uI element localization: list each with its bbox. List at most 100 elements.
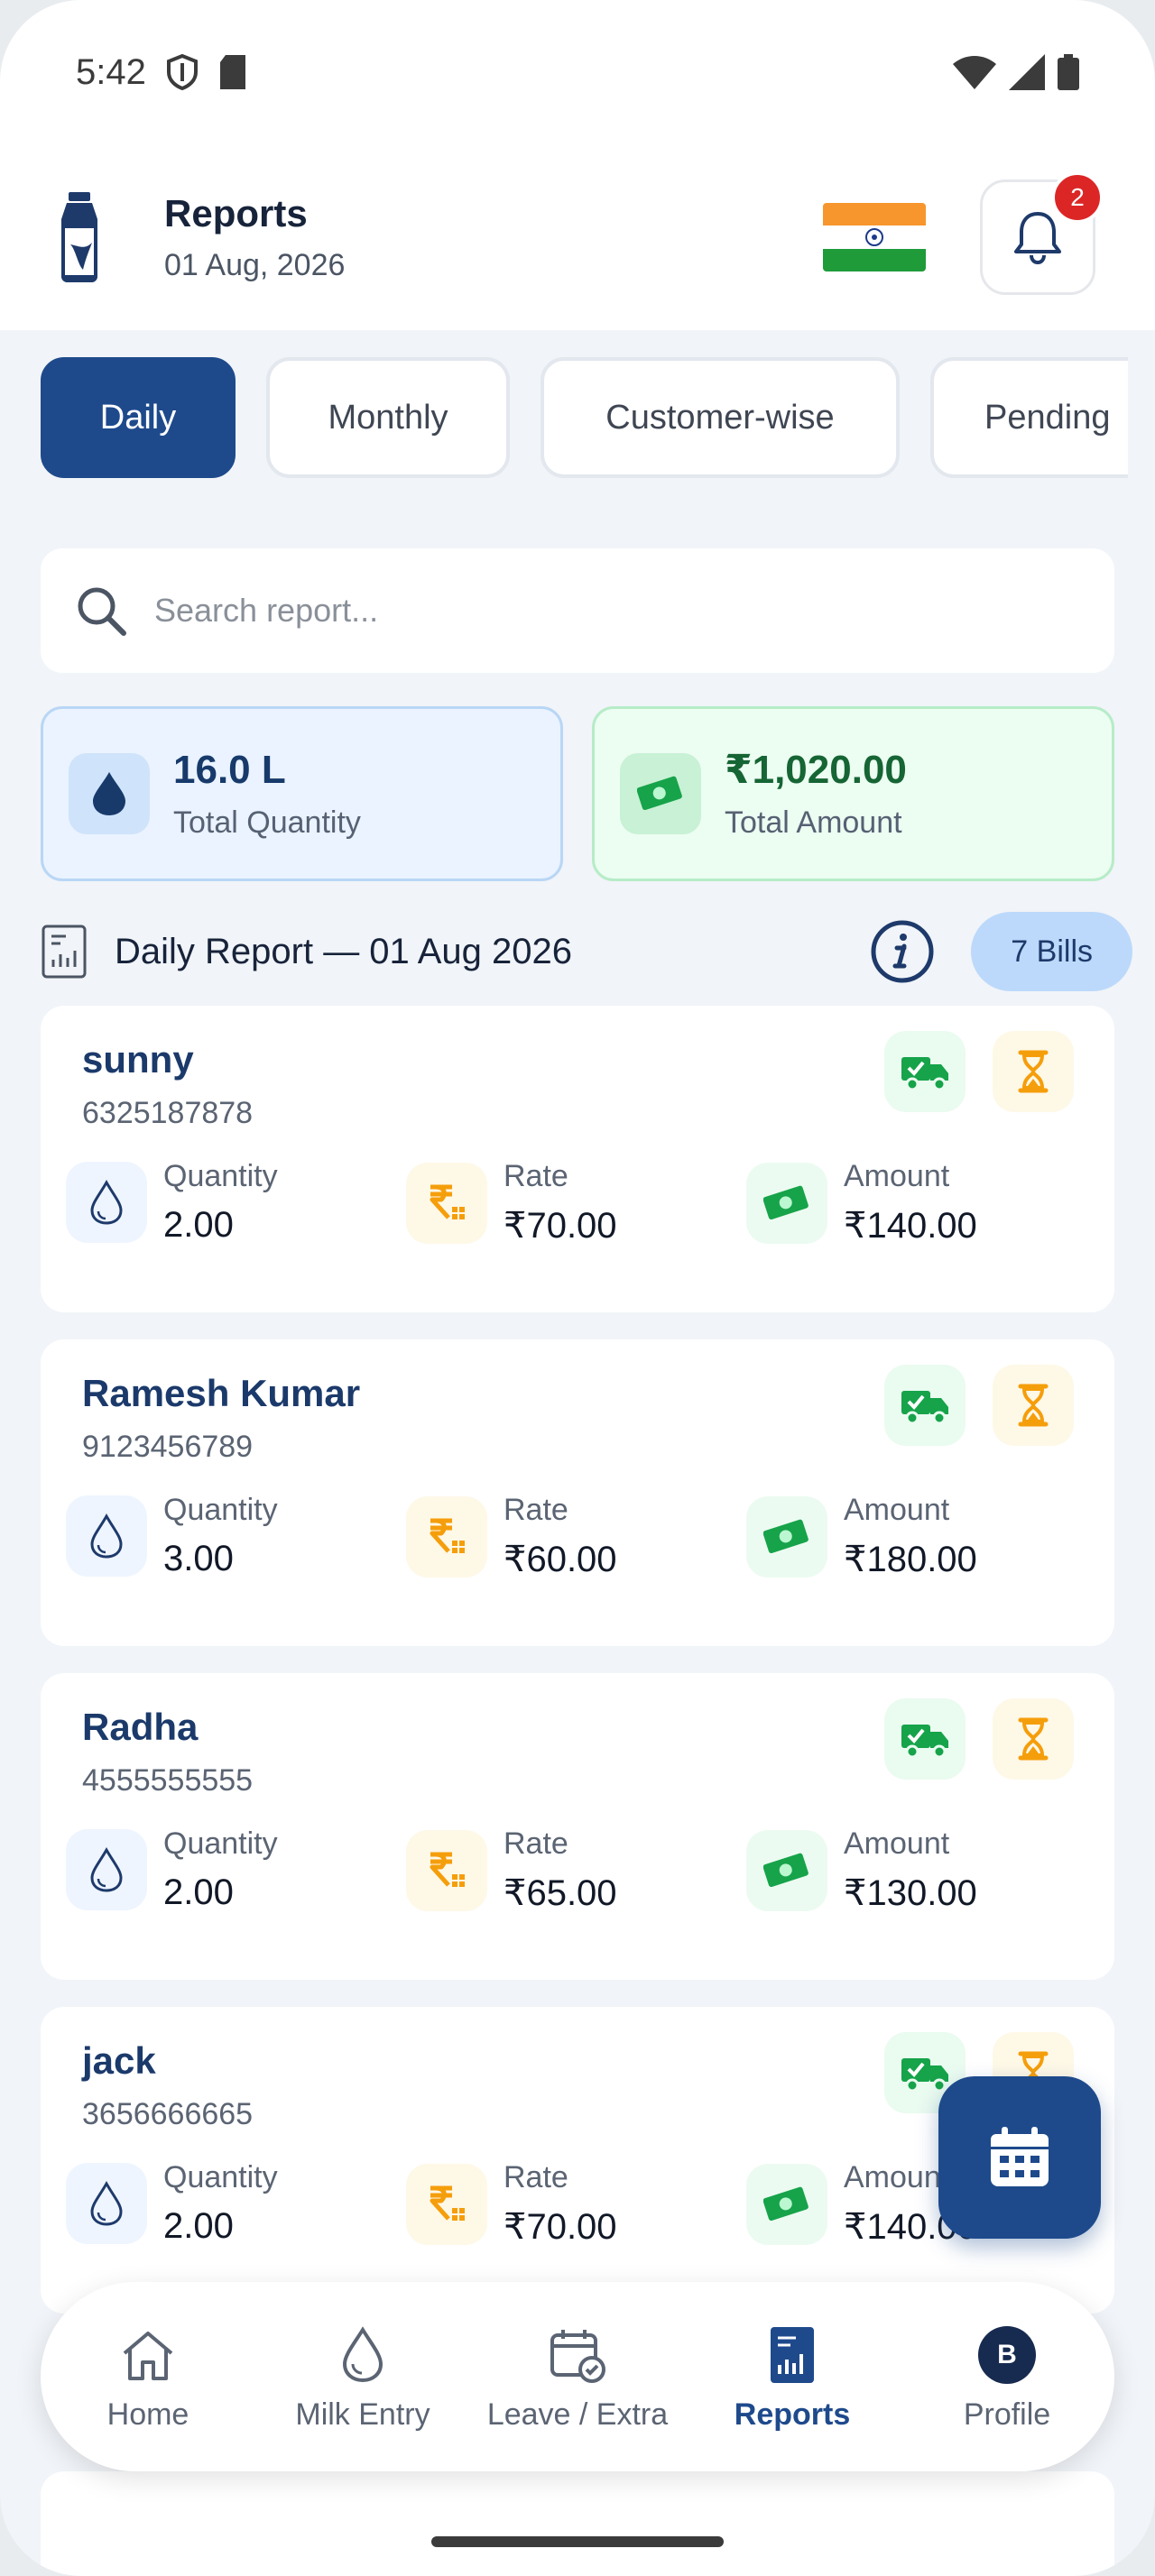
hourglass-icon bbox=[1018, 1050, 1049, 1093]
rate-label: Rate bbox=[504, 1826, 568, 1861]
water-drop-icon bbox=[90, 1513, 123, 1559]
nav-home[interactable]: Home bbox=[41, 2282, 255, 2471]
bottom-navigation: Home Milk Entry Leave / Extra Reports B … bbox=[41, 2282, 1114, 2471]
money-icon bbox=[763, 1519, 808, 1553]
quantity-metric: Quantity 2.00 bbox=[66, 1826, 278, 1913]
delivered-button[interactable] bbox=[884, 1365, 966, 1446]
battery-icon bbox=[1058, 54, 1079, 90]
notifications-button[interactable]: 2 bbox=[980, 171, 1104, 295]
info-icon[interactable] bbox=[870, 919, 935, 984]
rate-metric: Rate ₹70.00 bbox=[406, 1159, 617, 1247]
quantity-metric: Quantity 3.00 bbox=[66, 1493, 278, 1579]
nav-reports[interactable]: Reports bbox=[685, 2282, 900, 2471]
list-item[interactable]: Radha 4555555555 Quantity 2.00 Rate ₹65.00 Amo… bbox=[41, 1673, 1114, 1980]
status-bar: 5:42 bbox=[0, 0, 1155, 144]
rate-label: Rate bbox=[504, 1493, 568, 1527]
home-icon bbox=[123, 2331, 173, 2380]
wifi-icon bbox=[953, 56, 996, 89]
tab-monthly[interactable]: Monthly bbox=[266, 357, 510, 478]
report-tabs: Daily Monthly Customer-wise Pending bbox=[41, 357, 1128, 478]
nav-milk-entry[interactable]: Milk Entry bbox=[255, 2282, 470, 2471]
water-drop-icon bbox=[90, 1179, 123, 1225]
total-amount-value: ₹1,020.00 bbox=[725, 748, 907, 792]
rate-metric: Rate ₹70.00 bbox=[406, 2160, 617, 2248]
quantity-label: Quantity bbox=[163, 1159, 278, 1193]
pending-button[interactable] bbox=[993, 1698, 1074, 1780]
water-drop-icon bbox=[93, 772, 125, 815]
amount-value: ₹130.00 bbox=[844, 1873, 977, 1913]
quantity-metric: Quantity 2.00 bbox=[66, 2160, 278, 2247]
rate-label: Rate bbox=[504, 1159, 568, 1193]
amount-metric: Amount ₹180.00 bbox=[746, 1493, 977, 1580]
customer-name: Ramesh Kumar bbox=[82, 1372, 361, 1414]
bills-count-badge[interactable]: 7 Bills bbox=[971, 912, 1132, 991]
app-header: Reports 01 Aug, 2026 2 bbox=[0, 144, 1155, 330]
total-quantity-value: 16.0 L bbox=[173, 747, 286, 792]
customer-name: Radha bbox=[82, 1706, 199, 1748]
tab-daily[interactable]: Daily bbox=[41, 357, 236, 478]
money-icon bbox=[763, 1185, 808, 1219]
rate-metric: Rate ₹65.00 bbox=[406, 1826, 617, 1914]
pending-button[interactable] bbox=[993, 1031, 1074, 1112]
list-item[interactable]: sunny 6325187878 Quantity 2.00 Rate ₹70.00 Amo… bbox=[41, 1006, 1114, 1312]
search-input[interactable] bbox=[154, 592, 966, 630]
drop-icon bbox=[342, 2325, 383, 2382]
money-icon bbox=[763, 2186, 808, 2221]
tab-customer-wise[interactable]: Customer-wise bbox=[541, 357, 900, 478]
nav-profile[interactable]: B Profile bbox=[900, 2282, 1114, 2471]
page-date: 01 Aug, 2026 bbox=[164, 247, 346, 282]
quantity-value: 2.00 bbox=[163, 1205, 234, 1245]
home-indicator[interactable] bbox=[431, 2536, 724, 2547]
delivered-button[interactable] bbox=[884, 1698, 966, 1780]
quantity-value: 3.00 bbox=[163, 1539, 234, 1578]
milk-bottle-logo bbox=[61, 192, 97, 282]
delivery-truck-icon bbox=[901, 1391, 948, 1425]
india-flag-icon[interactable] bbox=[823, 203, 926, 271]
hourglass-icon bbox=[1018, 1384, 1049, 1427]
total-quantity-label: Total Quantity bbox=[173, 805, 361, 840]
search-bar[interactable] bbox=[41, 548, 1114, 673]
rupee-coins-icon bbox=[430, 1184, 465, 1219]
report-document-icon bbox=[42, 925, 87, 979]
app-screen: 5:42 Reports 01 Aug, 2026 2 Daily Monthl… bbox=[0, 0, 1155, 2576]
delivery-truck-icon bbox=[901, 1057, 948, 1091]
section-header: Daily Report — 01 Aug 2026 7 Bills bbox=[41, 911, 1132, 992]
quantity-value: 2.00 bbox=[163, 1872, 234, 1912]
rate-value: ₹65.00 bbox=[504, 1873, 617, 1913]
nav-leave-extra[interactable]: Leave / Extra bbox=[470, 2282, 685, 2471]
calendar-icon bbox=[991, 2127, 1049, 2186]
customer-name: jack bbox=[82, 2039, 156, 2082]
customer-phone: 6325187878 bbox=[82, 1096, 254, 1130]
sd-card-icon bbox=[219, 55, 245, 89]
amount-value: ₹180.00 bbox=[844, 1540, 977, 1579]
calendar-check-icon bbox=[550, 2329, 605, 2383]
amount-value: ₹140.00 bbox=[844, 1206, 977, 1246]
delivered-button[interactable] bbox=[884, 1031, 966, 1112]
total-amount-label: Total Amount bbox=[725, 805, 902, 840]
tab-pending[interactable]: Pending bbox=[930, 357, 1128, 478]
notification-badge: 2 bbox=[1051, 171, 1104, 224]
quantity-label: Quantity bbox=[163, 1826, 278, 1861]
hourglass-icon bbox=[1018, 1717, 1049, 1761]
amount-metric: Amount ₹130.00 bbox=[746, 1826, 977, 1914]
quantity-label: Quantity bbox=[163, 1493, 278, 1527]
rate-value: ₹70.00 bbox=[504, 2207, 617, 2247]
rupee-coins-icon bbox=[430, 2185, 465, 2221]
list-item[interactable]: Ramesh Kumar 9123456789 Quantity 3.00 Rate ₹6… bbox=[41, 1339, 1114, 1646]
amount-label: Amount bbox=[844, 1826, 950, 1861]
customer-phone: 9123456789 bbox=[82, 1430, 254, 1464]
rate-metric: Rate ₹60.00 bbox=[406, 1493, 617, 1580]
rate-value: ₹70.00 bbox=[504, 1206, 617, 1246]
total-quantity-card: 16.0 L Total Quantity bbox=[41, 706, 563, 881]
calendar-fab-button[interactable] bbox=[938, 2076, 1101, 2239]
quantity-value: 2.00 bbox=[163, 2206, 234, 2246]
pending-button[interactable] bbox=[993, 1365, 1074, 1446]
customer-phone: 4555555555 bbox=[82, 1763, 254, 1798]
amount-label: Amount bbox=[844, 1493, 950, 1527]
page-title: Reports bbox=[164, 191, 308, 235]
reports-icon bbox=[771, 2326, 814, 2383]
shield-icon bbox=[166, 54, 198, 90]
rate-label: Rate bbox=[504, 2160, 568, 2194]
quantity-label: Quantity bbox=[163, 2160, 278, 2194]
rupee-coins-icon bbox=[430, 1852, 465, 1887]
